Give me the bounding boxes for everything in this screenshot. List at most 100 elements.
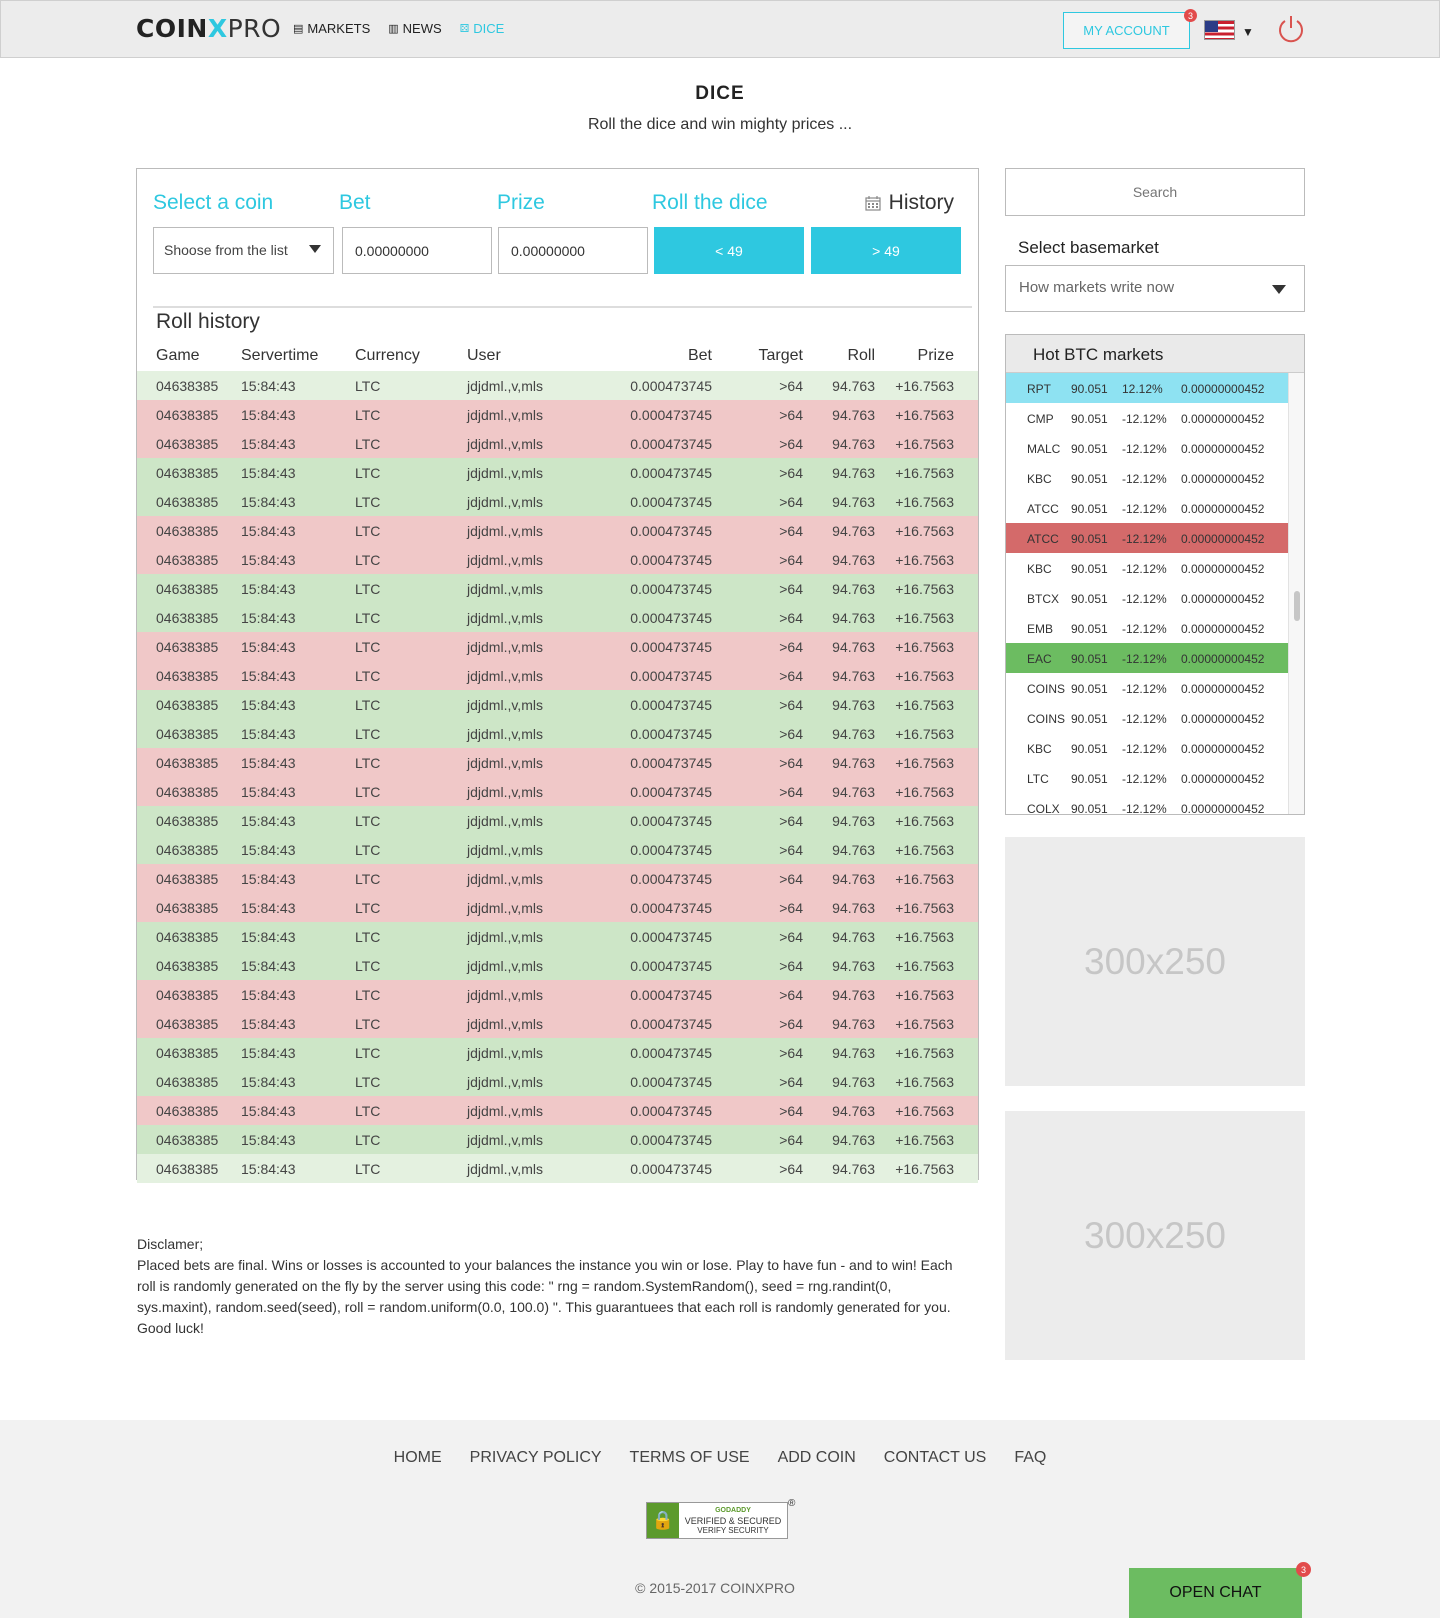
cell-user: jdjdml.,v,mls [467,581,543,597]
open-chat-button[interactable]: OPEN CHAT [1129,1568,1302,1618]
market-row[interactable]: COINS 90.051 -12.12% 0.00000000452 [1006,673,1289,703]
cell-game: 04638385 [156,726,219,742]
market-price: 90.051 [1071,592,1108,606]
hot-markets-scrollbar[interactable] [1288,373,1304,814]
footer-link-contact[interactable]: CONTACT US [884,1449,987,1467]
footer-link-faq[interactable]: FAQ [1014,1449,1046,1467]
us-flag-icon[interactable] [1204,20,1235,40]
cell-game: 04638385 [156,494,219,510]
footer-link-privacy[interactable]: PRIVACY POLICY [470,1449,602,1467]
logo-x-text: X [207,14,228,43]
page-subtitle: Roll the dice and win mighty prices ... [587,116,853,133]
market-row[interactable]: KBC 90.051 -12.12% 0.00000000452 [1006,463,1289,493]
market-volume: 0.00000000452 [1181,802,1265,815]
cell-time: 15:84:43 [241,1132,296,1148]
cell-bet: 0.000473745 [630,378,712,394]
coin-select[interactable]: Shoose from the list [153,227,334,274]
col-roll: Roll [847,347,875,364]
ad-banner-1[interactable]: 300x250 [1005,837,1305,1086]
market-row[interactable]: COLX 90.051 -12.12% 0.00000000452 [1006,793,1289,815]
market-symbol: RPT [1027,382,1051,396]
cell-prize: +16.7563 [895,1161,954,1177]
ad-banner-2[interactable]: 300x250 [1005,1111,1305,1360]
cell-prize: +16.7563 [895,755,954,771]
roll-under-button[interactable]: < 49 [654,227,804,274]
cell-bet: 0.000473745 [630,436,712,452]
market-row[interactable]: LTC 90.051 -12.12% 0.00000000452 [1006,763,1289,793]
footer-link-home[interactable]: HOME [394,1449,442,1467]
cell-prize: +16.7563 [895,871,954,887]
market-row[interactable]: ATCC 90.051 -12.12% 0.00000000452 [1006,523,1289,553]
cell-user: jdjdml.,v,mls [467,755,543,771]
prize-input[interactable] [498,227,648,274]
seal-brand: GODADDY [715,1506,751,1514]
market-price: 90.051 [1071,682,1108,696]
page-title: DICE [695,83,745,104]
market-row[interactable]: KBC 90.051 -12.12% 0.00000000452 [1006,553,1289,583]
cell-roll: 94.763 [832,639,875,655]
roll-over-button[interactable]: > 49 [811,227,961,274]
cell-roll: 94.763 [832,407,875,423]
search-input[interactable] [1005,168,1305,216]
cell-bet: 0.000473745 [630,639,712,655]
my-account-label: MY ACCOUNT [1083,23,1170,38]
cell-time: 15:84:43 [241,639,296,655]
table-row: 04638385 15:84:43 LTC jdjdml.,v,mls 0.000473… [137,487,978,516]
history-link[interactable]: History [865,191,954,215]
market-change: -12.12% [1122,592,1167,606]
market-symbol: ATCC [1027,532,1059,546]
hot-markets-list: RPT 90.051 12.12% 0.00000000452 CMP 90.051 -12… [1006,373,1289,815]
cell-game: 04638385 [156,813,219,829]
market-row[interactable]: COINS 90.051 -12.12% 0.00000000452 [1006,703,1289,733]
col-user: User [467,347,501,364]
cell-game: 04638385 [156,581,219,597]
godaddy-seal[interactable]: 🔒 GODADDY VERIFIED & SECURED VERIFY SECU… [646,1502,788,1539]
cell-target: >64 [779,581,803,597]
cell-game: 04638385 [156,1074,219,1090]
table-row: 04638385 15:84:43 LTC jdjdml.,v,mls 0.000473… [137,980,978,1009]
cell-game: 04638385 [156,987,219,1003]
market-price: 90.051 [1071,442,1108,456]
cell-bet: 0.000473745 [630,552,712,568]
market-symbol: COINS [1027,682,1066,696]
cell-prize: +16.7563 [895,842,954,858]
coinxpro-logo[interactable]: COINXPRO [136,14,281,43]
nav-news[interactable]: ▥ NEWS [388,21,441,36]
table-row: 04638385 15:84:43 LTC jdjdml.,v,mls 0.000473… [137,835,978,864]
cell-prize: +16.7563 [895,407,954,423]
market-symbol: COLX [1027,802,1060,815]
cell-game: 04638385 [156,1161,219,1177]
language-caret-icon[interactable]: ▼ [1242,25,1254,39]
nav-dice[interactable]: ⚄ DICE [460,21,505,36]
cell-roll: 94.763 [832,465,875,481]
market-row[interactable]: EMB 90.051 -12.12% 0.00000000452 [1006,613,1289,643]
cell-target: >64 [779,958,803,974]
market-row[interactable]: CMP 90.051 -12.12% 0.00000000452 [1006,403,1289,433]
cell-currency: LTC [355,523,381,539]
cell-time: 15:84:43 [241,1045,296,1061]
market-row[interactable]: ATCC 90.051 -12.12% 0.00000000452 [1006,493,1289,523]
bet-input[interactable] [342,227,492,274]
cell-roll: 94.763 [832,581,875,597]
cell-roll: 94.763 [832,1161,875,1177]
market-row[interactable]: KBC 90.051 -12.12% 0.00000000452 [1006,733,1289,763]
cell-user: jdjdml.,v,mls [467,552,543,568]
my-account-button[interactable]: MY ACCOUNT [1063,12,1190,49]
scroll-thumb[interactable] [1294,591,1300,621]
nav-dice-label: DICE [473,21,505,36]
cell-user: jdjdml.,v,mls [467,1045,543,1061]
hot-markets-box: Hot BTC markets RPT 90.051 12.12% 0.0000000… [1005,334,1305,815]
market-row[interactable]: RPT 90.051 12.12% 0.00000000452 [1006,373,1289,403]
cell-bet: 0.000473745 [630,1132,712,1148]
footer-link-add-coin[interactable]: ADD COIN [778,1449,856,1467]
market-row[interactable]: EAC 90.051 -12.12% 0.00000000452 [1006,643,1289,673]
footer-link-terms[interactable]: TERMS OF USE [630,1449,750,1467]
table-row: 04638385 15:84:43 LTC jdjdml.,v,mls 0.000473… [137,864,978,893]
market-row[interactable]: BTCX 90.051 -12.12% 0.00000000452 [1006,583,1289,613]
power-icon[interactable] [1276,14,1306,44]
nav-markets[interactable]: ▤ MARKETS [293,21,370,36]
basemarket-select[interactable]: How markets write now [1005,265,1305,312]
cell-roll: 94.763 [832,842,875,858]
cell-prize: +16.7563 [895,1016,954,1032]
market-row[interactable]: MALC 90.051 -12.12% 0.00000000452 [1006,433,1289,463]
